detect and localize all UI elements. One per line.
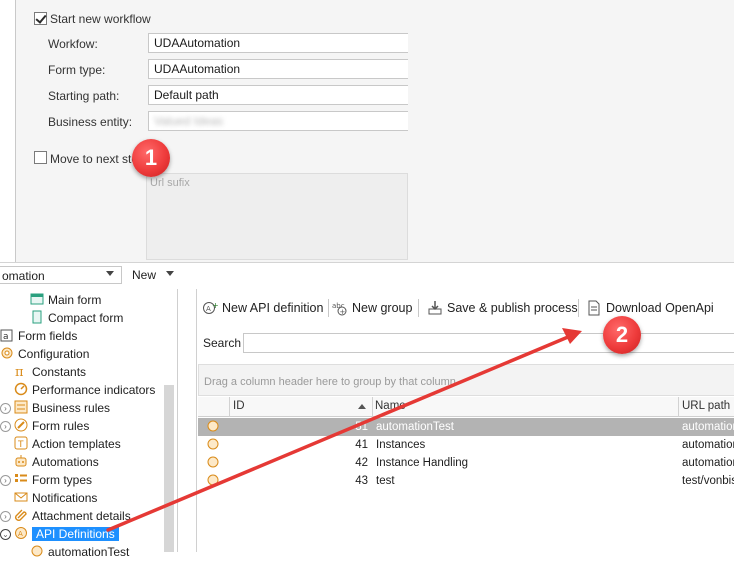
callout-2: 2 [603,316,641,354]
callout-1: 1 [132,139,170,177]
annotation-arrow [106,328,582,532]
